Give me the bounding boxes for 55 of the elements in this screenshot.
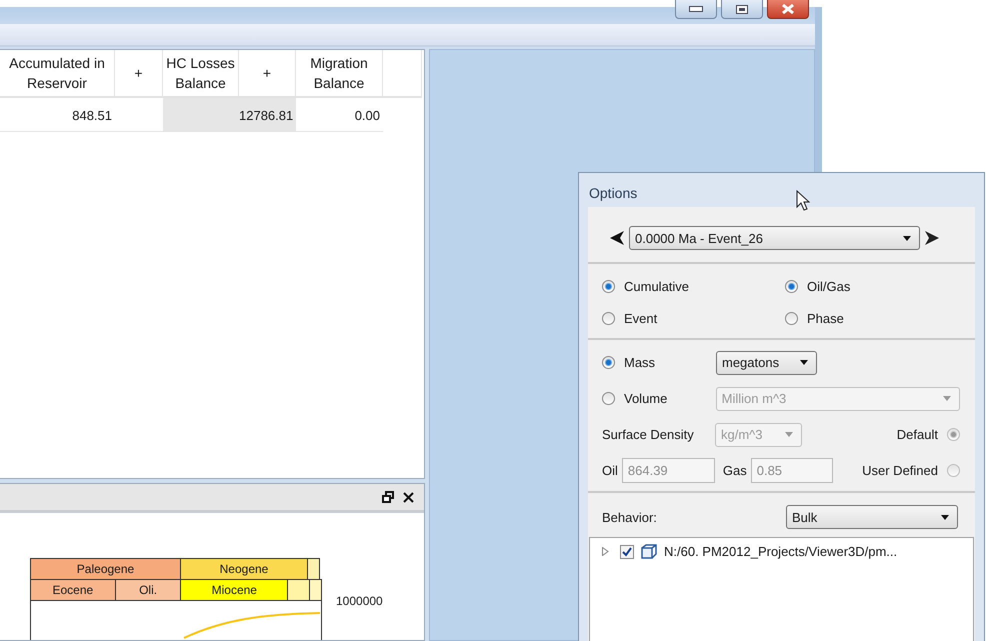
column-header[interactable]: Accumulated in Reservoir [0, 50, 115, 98]
timescale-label: Eocene [31, 579, 116, 600]
minimize-button[interactable] [675, 0, 717, 19]
table-cell: 0.00 [296, 98, 383, 132]
caret-icon [800, 360, 808, 365]
dropdown[interactable]: Bulk [786, 505, 958, 529]
field-label: Oil [602, 463, 619, 478]
radio-label: Cumulative [624, 278, 690, 294]
timescale-label: Paleogene [31, 558, 181, 579]
radio-button[interactable] [602, 392, 615, 405]
radio-button[interactable] [602, 280, 615, 292]
restore-icon[interactable] [382, 491, 394, 503]
field-label: Behavior: [602, 510, 657, 524]
close-icon [782, 4, 794, 14]
mouse-pointer-icon [796, 190, 810, 212]
minimize-icon [689, 6, 703, 12]
close-button[interactable] [767, 0, 809, 19]
dialog-title: Options [588, 184, 638, 203]
radio-label: Volume [624, 391, 668, 406]
column-header[interactable]: Migration Balance [296, 50, 383, 98]
radio-button[interactable] [785, 312, 798, 324]
caret-icon [941, 514, 949, 520]
axis-tick-label: 1000000 [335, 593, 383, 610]
close-icon[interactable] [403, 492, 414, 502]
dropdown[interactable]: megatons [716, 350, 817, 374]
timescale-label: Miocene [181, 579, 288, 600]
radio-label: Event [624, 310, 658, 326]
field-label: Surface Density [602, 427, 695, 442]
table-cell: 12786.81 [239, 98, 296, 132]
timescale-label: Neogene [181, 558, 308, 579]
checkbox[interactable] [620, 544, 634, 558]
caret-icon [943, 396, 951, 401]
expand-icon[interactable] [602, 547, 609, 556]
caret-icon [903, 236, 911, 240]
cube-icon [641, 544, 657, 559]
radio-button[interactable] [602, 312, 615, 324]
column-header[interactable]: + [115, 50, 163, 98]
radio-button[interactable] [602, 356, 615, 369]
next-button[interactable] [925, 231, 939, 245]
radio-label: Oil/Gas [807, 278, 850, 294]
radio-label: Default [896, 427, 938, 442]
maximize-button[interactable] [721, 0, 763, 19]
previous-button[interactable] [610, 231, 624, 245]
radio-label: Mass [624, 355, 656, 370]
column-header [383, 50, 422, 98]
field-label: Gas [722, 463, 748, 478]
radio-label: Phase [807, 310, 844, 326]
timescale-label: Oli. [116, 579, 182, 600]
tree-item[interactable]: N:/60. PM2012_Projects/Viewer3D/pm... [664, 544, 898, 559]
caret-icon [785, 432, 793, 437]
table-cell: 848.51 [0, 98, 115, 132]
radio-button[interactable] [785, 280, 798, 292]
radio-label: User Defined [862, 463, 938, 478]
maximize-icon [736, 4, 748, 14]
dropdown[interactable]: 0.0000 Ma - Event_26 [629, 226, 920, 250]
